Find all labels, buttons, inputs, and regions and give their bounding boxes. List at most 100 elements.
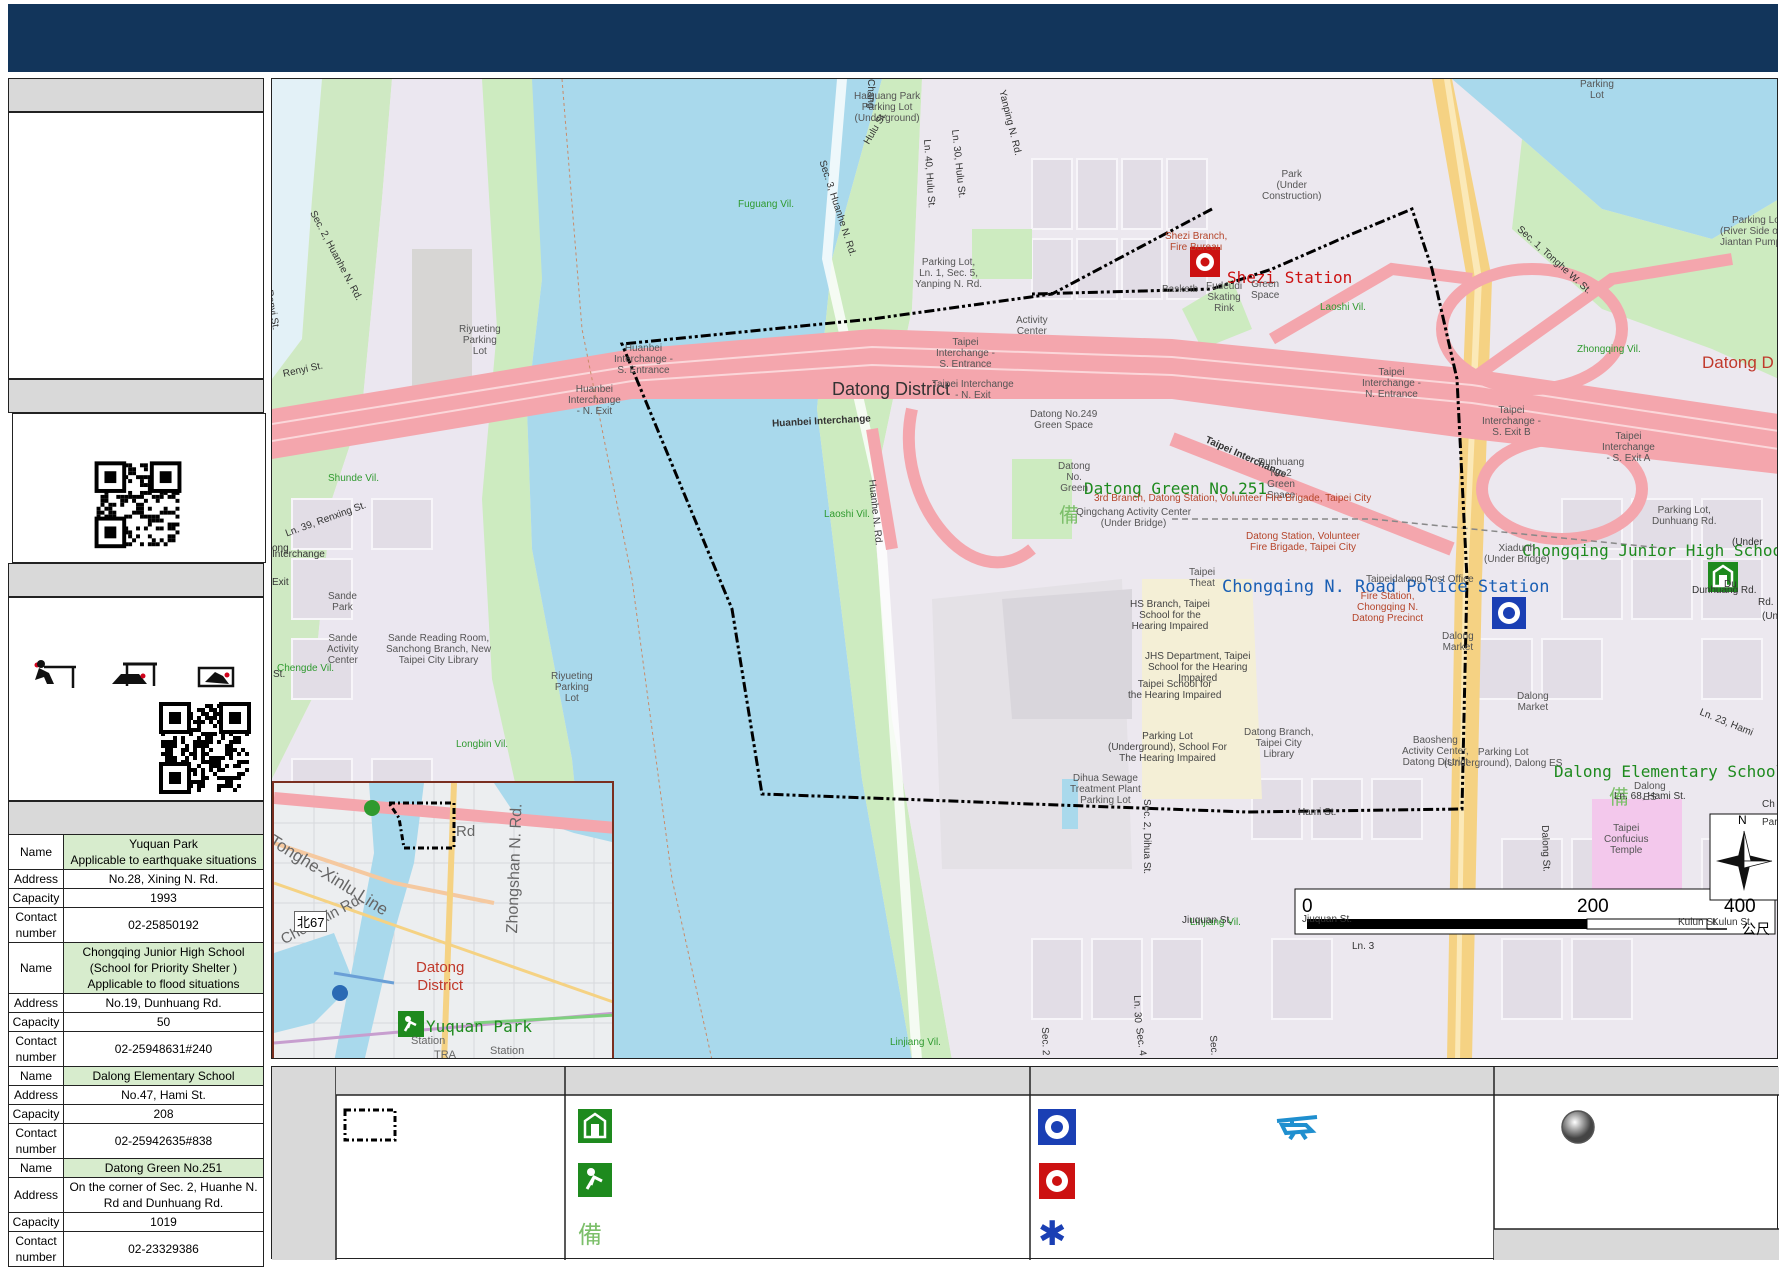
shelter-row-capacity: Capacity 1993 xyxy=(8,888,264,908)
shelter-capacity: 50 xyxy=(63,1012,264,1032)
poi-label-park-uc: Park (Under Construction) xyxy=(1262,169,1322,202)
road-label: Sec. 2 xyxy=(1207,1035,1220,1059)
shelter-capacity: 1993 xyxy=(63,888,264,908)
partial-label: (Under xyxy=(1732,537,1763,548)
village-label: Fuguang Vil. xyxy=(738,199,794,210)
village-label: Chengde Vil. xyxy=(277,663,335,674)
village-label: Linjiang Vil. xyxy=(890,1037,941,1048)
shelter-capacity: 208 xyxy=(63,1104,264,1124)
poi-label-shezi-green: Green Space xyxy=(1251,279,1280,301)
scale-end: 400 xyxy=(1724,896,1756,917)
shelter-row-address: Address No.47, Hami St. xyxy=(8,1085,264,1105)
inset-route-label: 北67 xyxy=(294,911,328,932)
poi-label-taipei-int-s: Taipei Interchange - S. Entrance xyxy=(936,337,995,370)
poi-label-taipei-school: Taipei School for the Hearing Impaired xyxy=(1128,679,1222,701)
poi-label-fire-station: Fire Station, Chongqing N. Datong Precin… xyxy=(1352,591,1424,624)
gathering-point-icon xyxy=(1560,1109,1596,1150)
helipad-icon xyxy=(1272,1111,1322,1146)
poi-label-dalong-market: Dalong Market xyxy=(1442,631,1474,653)
poi-label-datong-station: Datong Station, Volunteer Fire Brigade, … xyxy=(1246,531,1360,553)
shelter-address: No.19, Dunhuang Rd. xyxy=(63,993,264,1013)
poi-label-datong-library: Datong Branch, Taipei City Library xyxy=(1244,727,1314,760)
road-label: Ln. 68, Hami St. xyxy=(1614,791,1686,802)
poi-label-parking-dunhuang: Parking Lot, Dunhuang Rd. xyxy=(1652,505,1717,527)
park-shelter-icon xyxy=(578,1163,612,1202)
village-label: Shunde Vil. xyxy=(328,473,379,484)
shelter-row-capacity: Capacity 208 xyxy=(8,1104,264,1124)
poi-label-datong249: Datong No.249 Green Space xyxy=(1030,409,1098,431)
shelter-address: On the corner of Sec. 2, Huanhe N. Rd an… xyxy=(63,1177,264,1213)
shelter-key-capacity: Capacity xyxy=(8,1104,64,1124)
shelter-row-contact: Contact number 02-23329386 xyxy=(8,1231,264,1267)
village-label: Longbin Vil. xyxy=(456,739,509,750)
partial-label: Du xyxy=(1724,579,1737,590)
shelter-row-capacity: Capacity 50 xyxy=(8,1012,264,1032)
cover-icon xyxy=(112,662,157,686)
inset-map[interactable]: Tonghe-Xinlu Line Chongxin Rd. Zhongshan… xyxy=(272,781,614,1058)
shelter-key-contact: Contact number xyxy=(8,907,64,943)
shelter-name-line: (School for Priority Shelter ) xyxy=(89,961,238,975)
dalong-es-label: Dalong Elementary School xyxy=(1554,762,1778,781)
shelter-key-address: Address xyxy=(8,993,64,1013)
panel-heading-1 xyxy=(8,78,264,112)
scale-unit: 公尺 xyxy=(1742,922,1770,938)
village-label: Zhongqing Vil. xyxy=(1577,344,1641,355)
shelter-name: Datong Green No.251 xyxy=(63,1158,264,1178)
police-station-icon[interactable] xyxy=(1492,597,1526,634)
poi-label-sande-act: Sande Activity Center xyxy=(327,633,359,666)
qr-code-icon[interactable] xyxy=(159,702,251,794)
shelter-row-name: Name Yuquan Park Applicable to earthquake … xyxy=(8,834,264,870)
shelter-key-name: Name xyxy=(8,942,64,994)
poi-label-xiadunh: Xiadunh (Under Bridge) xyxy=(1484,543,1550,565)
north-label: N xyxy=(1738,813,1747,827)
fire-icon xyxy=(1039,1163,1075,1204)
partial-label: Datong D xyxy=(1702,353,1774,372)
shelter-name-line: Chongqing Junior High School xyxy=(82,945,245,959)
shelter-row-address: Address On the corner of Sec. 2, Huanhe N… xyxy=(8,1177,264,1213)
poi-label-post-office: Taipeidalong Post Office xyxy=(1366,574,1474,585)
shelter-key-capacity: Capacity xyxy=(8,1012,64,1032)
map[interactable]: 備 備 Datong District Huanbei Interchange … xyxy=(271,78,1778,1059)
poi-label-taipei-int-exit-a: Taipei Interchange - S. Exit A xyxy=(1602,431,1655,464)
qr-code-icon[interactable] xyxy=(13,414,265,562)
shelter-contact: 02-23329386 xyxy=(63,1231,264,1267)
road-label: St. xyxy=(273,669,286,680)
partial-label: Chang xyxy=(865,79,876,109)
police-icon xyxy=(1038,1109,1076,1150)
shelter-key-name: Name xyxy=(8,1066,64,1086)
shelter-row-name: Name Dalong Elementary School xyxy=(8,1066,264,1086)
poi-label-riyueting1: Riyueting Parking Lot xyxy=(459,324,501,357)
poi-label-taipei-int-ne: Taipei Interchange - N. Entrance xyxy=(1362,367,1421,400)
poi-label-parking-lot-top: Parking Lot xyxy=(1580,79,1614,101)
partial-label: Ch xyxy=(1762,799,1775,810)
shelter-key-contact: Contact number xyxy=(8,1031,64,1067)
shelter-name-line: Dalong Elementary School xyxy=(92,1069,235,1083)
poi-label-dihua: Dihua Sewage Treatment Plant Parking Lot xyxy=(1070,773,1141,806)
shelter-key-capacity: Capacity xyxy=(8,888,64,908)
road-label: Dalong St. xyxy=(1539,825,1552,873)
poi-label-3rd-branch: 3rd Branch, Datong Station, Volunteer Fi… xyxy=(1094,493,1372,504)
poi-label-hs-branch: HS Branch, Taipei School for the Hearing… xyxy=(1130,599,1210,632)
shelter-name-line: Yuquan Park xyxy=(129,837,198,851)
shelter-name-line: Applicable to flood situations xyxy=(87,977,240,991)
shelter-address: No.47, Hami St. xyxy=(63,1085,264,1105)
shelter-row-contact: Contact number 02-25850192 xyxy=(8,907,264,943)
shelter-name-line: Datong Green No.251 xyxy=(104,1161,223,1175)
partial-label: Rd. xyxy=(1758,597,1774,608)
poi-label-parking-ug: Parking Lot (Underground), School For Th… xyxy=(1108,731,1227,764)
poi-label-fudeudi: Fudeudi Skating Rink xyxy=(1206,281,1243,314)
inset-district-label: Datong District xyxy=(416,959,465,994)
shelter-row-address: Address No.28, Xining N. Rd. xyxy=(8,869,264,889)
poi-label-parking-dalong: Parking Lot (Underground), Dalong ES xyxy=(1444,747,1563,769)
panel-heading-3 xyxy=(8,563,264,597)
village-label: Laoshi Vil. xyxy=(1320,302,1366,313)
poi-label-sande-park: Sande Park xyxy=(328,591,357,613)
partial-label: Interchange xyxy=(272,549,325,560)
poi-label-activity-center: Activity Center xyxy=(1016,315,1048,337)
scale-mid: 200 xyxy=(1577,896,1609,917)
poi-label-shezi-branch: Shezi Branch, Fire Bureau xyxy=(1165,231,1228,253)
drop-icon xyxy=(34,660,76,688)
shelter-row-capacity: Capacity 1019 xyxy=(8,1212,264,1232)
road-label: Ln. 3 xyxy=(1352,941,1375,952)
poi-label-parking-yanping: Parking Lot, Ln. 1, Sec. 5, Yanping N. R… xyxy=(915,257,983,290)
